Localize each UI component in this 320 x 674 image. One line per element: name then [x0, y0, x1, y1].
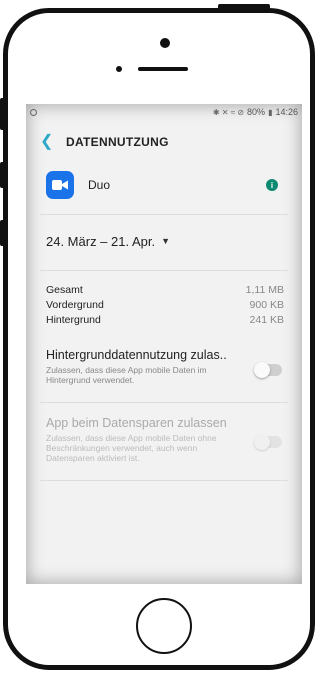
background-data-setting[interactable]: Hintergrunddatennutzung zulas.. Zulassen… — [46, 348, 286, 385]
divider — [40, 214, 288, 215]
notification-icon — [30, 108, 37, 116]
usage-row: Vordergrund 900 KB — [46, 297, 284, 312]
earpiece-speaker — [138, 67, 188, 71]
status-icons: ✱ ✕ ≈ ⊘ — [212, 107, 245, 117]
divider — [40, 270, 288, 271]
divider — [40, 402, 288, 403]
usage-value: 241 KB — [249, 313, 284, 326]
phone-screen: ✱ ✕ ≈ ⊘ 80% ▮ 14:26 ❮ DATENNUTZUNG Duo i… — [26, 104, 302, 584]
usage-label: Vordergrund — [46, 298, 104, 311]
battery-icon: ▮ — [268, 107, 273, 117]
app-header-row: Duo i — [26, 166, 302, 204]
usage-value: 1,11 MB — [245, 283, 284, 296]
background-data-toggle[interactable] — [254, 362, 282, 378]
usage-label: Gesamt — [46, 283, 83, 296]
caret-down-icon: ▼ — [161, 236, 171, 246]
front-camera — [160, 38, 170, 48]
data-saver-toggle — [254, 434, 282, 450]
status-right: ✱ ✕ ≈ ⊘ 80% ▮ 14:26 — [213, 107, 298, 117]
home-button[interactable] — [136, 598, 192, 654]
usage-stats: Gesamt 1,11 MB Vordergrund 900 KB Hinter… — [46, 282, 284, 327]
toggle-knob — [254, 434, 270, 450]
usage-row: Hintergrund 241 KB — [46, 312, 284, 327]
setting-description: Zulassen, dass diese App mobile Daten oh… — [46, 433, 217, 463]
arrow-left-icon[interactable]: ❮ — [40, 134, 62, 150]
setting-title: App beim Datensparen zulassen — [46, 416, 227, 430]
clock: 14:26 — [275, 107, 298, 117]
toggle-knob — [254, 362, 270, 378]
battery-level: 80% — [247, 107, 266, 117]
usage-row: Gesamt 1,11 MB — [46, 282, 284, 297]
app-name: Duo — [88, 178, 111, 192]
usage-value: 900 KB — [249, 298, 284, 311]
status-bar: ✱ ✕ ≈ ⊘ 80% ▮ 14:26 — [26, 104, 302, 120]
setting-description: Zulassen, dass diese App mobile Daten im… — [46, 365, 207, 385]
app-bar: ❮ DATENNUTZUNG — [26, 120, 302, 164]
proximity-sensor — [116, 66, 122, 72]
usage-label: Hintergrund — [46, 313, 101, 326]
video-camera-icon — [46, 171, 74, 199]
page-title: DATENNUTZUNG — [66, 135, 169, 149]
setting-title: Hintergrunddatennutzung zulas.. — [46, 348, 227, 362]
data-saver-setting: App beim Datensparen zulassen Zulassen, … — [46, 416, 286, 463]
divider — [40, 480, 288, 481]
date-range-selector[interactable]: 24. März – 21. Apr. ▼ — [46, 230, 170, 252]
info-icon[interactable]: i — [266, 179, 278, 191]
date-range-label: 24. März – 21. Apr. — [46, 233, 156, 249]
